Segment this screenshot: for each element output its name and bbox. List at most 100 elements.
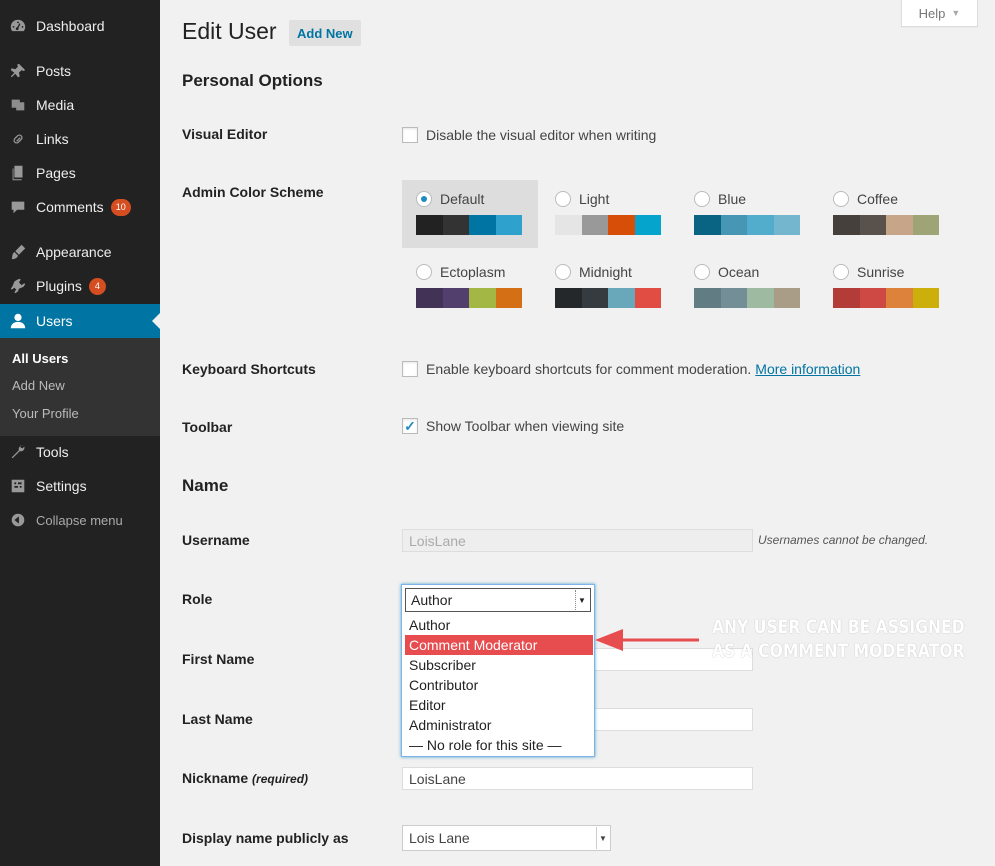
visual-editor-checkbox[interactable] bbox=[402, 127, 418, 143]
nickname-field[interactable]: LoisLane bbox=[402, 767, 753, 790]
color-swatch bbox=[833, 288, 860, 308]
display-name-select[interactable]: Lois Lane ▼ bbox=[402, 825, 611, 851]
menu-media-label: Media bbox=[36, 97, 75, 113]
menu-plugins[interactable]: Plugins 4 bbox=[0, 269, 160, 303]
color-swatch bbox=[495, 288, 522, 308]
color-scheme-ocean[interactable]: Ocean bbox=[680, 253, 816, 321]
role-option[interactable]: Subscriber bbox=[405, 655, 593, 675]
color-scheme-midnight[interactable]: Midnight bbox=[541, 253, 677, 321]
username-note: Usernames cannot be changed. bbox=[758, 533, 929, 547]
collapse-menu-label: Collapse menu bbox=[36, 512, 123, 528]
color-swatch bbox=[720, 288, 747, 308]
menu-settings-label: Settings bbox=[36, 478, 87, 494]
color-scheme-sunrise[interactable]: Sunrise bbox=[819, 253, 955, 321]
nickname-label-text: Nickname bbox=[182, 770, 249, 786]
role-option[interactable]: Comment Moderator bbox=[405, 635, 593, 655]
toolbar-label: Toolbar bbox=[182, 419, 233, 435]
color-scheme-blue[interactable]: Blue bbox=[680, 180, 816, 248]
color-scheme-radio[interactable] bbox=[416, 264, 432, 280]
keyboard-shortcuts-option: Enable keyboard shortcuts for comment mo… bbox=[402, 361, 860, 377]
more-information-link[interactable]: More information bbox=[755, 361, 860, 377]
color-swatch bbox=[442, 288, 469, 308]
menu-dashboard[interactable]: Dashboard bbox=[0, 9, 160, 43]
pin-icon bbox=[0, 62, 36, 80]
color-scheme-radio[interactable] bbox=[555, 191, 571, 207]
annotation-line-2: AS A COMMENT MODERATOR bbox=[712, 640, 965, 662]
menu-links[interactable]: Links bbox=[0, 122, 160, 156]
menu-settings[interactable]: Settings bbox=[0, 469, 160, 503]
menu-dashboard-label: Dashboard bbox=[36, 18, 105, 34]
brush-icon bbox=[0, 243, 36, 261]
menu-comments[interactable]: Comments 10 bbox=[0, 190, 160, 224]
color-scheme-radio[interactable] bbox=[416, 191, 432, 207]
color-scheme-name: Ocean bbox=[694, 263, 802, 281]
menu-users[interactable]: Users bbox=[0, 304, 160, 338]
role-option[interactable]: Editor bbox=[405, 695, 593, 715]
menu-posts-label: Posts bbox=[36, 63, 72, 79]
color-swatch bbox=[608, 288, 635, 308]
keyboard-shortcuts-label: Keyboard Shortcuts bbox=[182, 361, 316, 377]
color-scheme-light[interactable]: Light bbox=[541, 180, 677, 248]
toolbar-checkbox[interactable] bbox=[402, 418, 418, 434]
pages-icon bbox=[0, 164, 36, 182]
color-swatch bbox=[634, 288, 661, 308]
add-new-user-button[interactable]: Add New bbox=[289, 20, 361, 46]
menu-links-label: Links bbox=[36, 131, 69, 147]
color-scheme-label: Default bbox=[440, 191, 485, 207]
keyboard-shortcuts-option-label: Enable keyboard shortcuts for comment mo… bbox=[426, 361, 752, 377]
color-scheme-name: Default bbox=[416, 190, 524, 208]
comment-icon bbox=[0, 198, 36, 216]
color-swatch bbox=[859, 215, 886, 235]
help-tab-button[interactable]: Help ▼ bbox=[901, 0, 978, 27]
menu-media[interactable]: Media bbox=[0, 88, 160, 122]
color-swatch bbox=[694, 215, 721, 235]
role-dropdown[interactable]: Author ▼ Author Comment Moderator Subscrib… bbox=[401, 584, 595, 757]
role-selected-value: Author bbox=[411, 592, 453, 608]
keyboard-shortcuts-checkbox[interactable] bbox=[402, 361, 418, 377]
plugin-icon bbox=[0, 277, 36, 295]
color-swatches bbox=[833, 288, 941, 308]
annotation-arrow bbox=[595, 629, 699, 651]
color-scheme-name: Midnight bbox=[555, 263, 663, 281]
color-scheme-radio[interactable] bbox=[694, 191, 710, 207]
visual-editor-label: Visual Editor bbox=[182, 126, 268, 142]
color-swatch bbox=[469, 215, 496, 235]
comments-count-badge: 10 bbox=[110, 198, 131, 216]
role-option[interactable]: Administrator bbox=[405, 715, 593, 735]
menu-appearance[interactable]: Appearance bbox=[0, 235, 160, 269]
name-heading: Name bbox=[182, 476, 229, 495]
color-scheme-radio[interactable] bbox=[555, 264, 571, 280]
menu-users-label: Users bbox=[36, 313, 73, 329]
collapse-menu-button[interactable]: Collapse menu bbox=[0, 503, 160, 537]
link-icon bbox=[0, 130, 36, 148]
submenu-your-profile[interactable]: Your Profile bbox=[12, 406, 79, 421]
submenu-all-users[interactable]: All Users bbox=[12, 351, 68, 366]
color-scheme-radio[interactable] bbox=[694, 264, 710, 280]
dashboard-icon bbox=[0, 17, 36, 35]
color-swatch bbox=[859, 288, 886, 308]
role-label: Role bbox=[182, 591, 213, 607]
color-scheme-radio[interactable] bbox=[833, 264, 849, 280]
last-name-label: Last Name bbox=[182, 711, 253, 727]
color-scheme-radio[interactable] bbox=[833, 191, 849, 207]
color-scheme-default[interactable]: Default bbox=[402, 180, 538, 248]
menu-tools[interactable]: Tools bbox=[0, 435, 160, 469]
color-swatch bbox=[912, 215, 939, 235]
menu-comments-label: Comments bbox=[36, 199, 104, 215]
role-option[interactable]: Author bbox=[405, 615, 593, 635]
role-select[interactable]: Author ▼ bbox=[405, 588, 591, 612]
role-option[interactable]: Contributor bbox=[405, 675, 593, 695]
color-swatch bbox=[581, 215, 608, 235]
submenu-add-new[interactable]: Add New bbox=[12, 378, 65, 393]
toolbar-option-label: Show Toolbar when viewing site bbox=[426, 418, 625, 434]
role-option[interactable]: — No role for this site — bbox=[405, 735, 593, 755]
color-scheme-label: Sunrise bbox=[857, 264, 905, 280]
color-scheme-ectoplasm[interactable]: Ectoplasm bbox=[402, 253, 538, 321]
color-scheme-coffee[interactable]: Coffee bbox=[819, 180, 955, 248]
visual-editor-option: Disable the visual editor when writing bbox=[402, 127, 656, 143]
menu-pages[interactable]: Pages bbox=[0, 156, 160, 190]
color-swatches bbox=[416, 215, 524, 235]
color-scheme-label: Midnight bbox=[579, 264, 632, 280]
color-scheme-label: Admin Color Scheme bbox=[182, 184, 324, 200]
menu-posts[interactable]: Posts bbox=[0, 54, 160, 88]
